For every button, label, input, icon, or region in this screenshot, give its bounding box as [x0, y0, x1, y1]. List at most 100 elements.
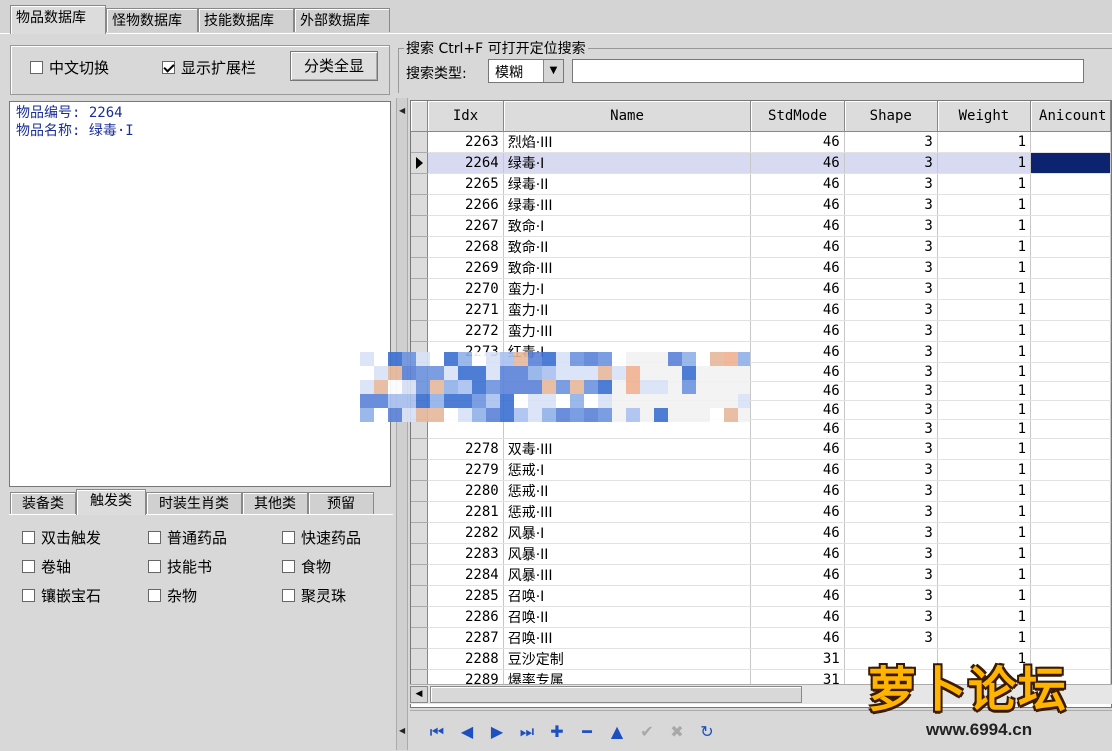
- post-record-icon[interactable]: ✔: [636, 722, 658, 742]
- cell-idx[interactable]: 2265: [427, 173, 504, 195]
- cell-anicount[interactable]: [1030, 501, 1111, 523]
- table-row[interactable]: 2269 致命·III 46 3 1: [411, 257, 1111, 279]
- cell-anicount[interactable]: [1030, 194, 1111, 216]
- cell-name[interactable]: 致命·II: [503, 236, 752, 258]
- cell-name[interactable]: 蛮力·III: [503, 320, 752, 342]
- cell-stdmode[interactable]: 46: [750, 215, 845, 237]
- column-header-anicount[interactable]: Anicount: [1030, 101, 1111, 132]
- row-indicator[interactable]: [411, 278, 429, 300]
- table-row[interactable]: 2283 风暴·II 46 3 1: [411, 543, 1111, 565]
- cell-idx[interactable]: 2281: [427, 501, 504, 523]
- cell-weight[interactable]: 1: [937, 480, 1032, 502]
- cell-name[interactable]: 绿毒·I: [503, 152, 752, 174]
- cell-name[interactable]: 召唤·I: [503, 585, 752, 607]
- cell-shape[interactable]: 3: [844, 419, 938, 439]
- cell-stdmode[interactable]: 46: [750, 501, 845, 523]
- row-indicator[interactable]: [411, 627, 429, 649]
- cell-anicount[interactable]: [1030, 362, 1111, 382]
- table-row[interactable]: 2287 召唤·III 46 3 1: [411, 627, 1111, 649]
- row-indicator[interactable]: [411, 152, 429, 174]
- checkbox-box[interactable]: [148, 589, 161, 602]
- quick-potion-checkbox[interactable]: 快速药品: [282, 527, 361, 548]
- cell-weight[interactable]: 1: [937, 522, 1032, 544]
- tab-monster-database[interactable]: 怪物数据库: [106, 8, 198, 32]
- table-row[interactable]: 2280 惩戒·II 46 3 1: [411, 480, 1111, 502]
- next-record-icon[interactable]: ▶: [486, 722, 508, 742]
- cell-shape[interactable]: 3: [844, 400, 938, 420]
- cell-shape[interactable]: 3: [844, 438, 938, 460]
- cell-weight[interactable]: 1: [937, 606, 1032, 628]
- checkbox-box[interactable]: [282, 560, 295, 573]
- double-click-trigger-checkbox[interactable]: 双击触发: [22, 527, 101, 548]
- show-all-categories-button[interactable]: 分类全显: [290, 51, 378, 81]
- table-row[interactable]: 2263 烈焰·III 46 3 1: [411, 131, 1111, 153]
- refresh-record-icon[interactable]: ↻: [696, 722, 718, 742]
- cell-name[interactable]: 惩戒·III: [503, 501, 752, 523]
- cell-name[interactable]: 风暴·II: [503, 543, 752, 565]
- checkbox-box[interactable]: [22, 531, 35, 544]
- cell-weight[interactable]: 1: [937, 341, 1032, 363]
- cell-idx[interactable]: 2280: [427, 480, 504, 502]
- cell-stdmode[interactable]: 46: [750, 459, 845, 481]
- cell-shape[interactable]: 3: [844, 152, 938, 174]
- cell-shape[interactable]: 3: [844, 627, 938, 649]
- cell-shape[interactable]: 3: [844, 480, 938, 502]
- cell-name[interactable]: 绿毒·III: [503, 194, 752, 216]
- cell-stdmode[interactable]: 46: [750, 257, 845, 279]
- cell-idx[interactable]: 2285: [427, 585, 504, 607]
- column-header-stdmode[interactable]: StdMode: [750, 101, 845, 132]
- table-row[interactable]: 2272 蛮力·III 46 3 1: [411, 320, 1111, 342]
- cell-weight[interactable]: 1: [937, 131, 1032, 153]
- cell-idx[interactable]: 2288: [427, 648, 504, 670]
- cell-weight[interactable]: 1: [937, 501, 1032, 523]
- cell-anicount[interactable]: [1030, 522, 1111, 544]
- cell-anicount[interactable]: [1030, 543, 1111, 565]
- table-row[interactable]: 2264 绿毒·I 46 3 1: [411, 152, 1111, 174]
- checkbox-box[interactable]: [282, 531, 295, 544]
- cell-anicount[interactable]: [1030, 320, 1111, 342]
- panel-splitter[interactable]: ◀ ◀: [396, 98, 408, 750]
- checkbox-box[interactable]: [22, 560, 35, 573]
- cell-idx[interactable]: [427, 419, 504, 439]
- cell-name[interactable]: 召唤·III: [503, 627, 752, 649]
- cell-name[interactable]: 致命·III: [503, 257, 752, 279]
- row-indicator[interactable]: [411, 299, 429, 321]
- cell-name[interactable]: 致命·I: [503, 215, 752, 237]
- cell-shape[interactable]: 3: [844, 341, 938, 363]
- cell-shape[interactable]: 3: [844, 131, 938, 153]
- table-row[interactable]: 2267 致命·I 46 3 1: [411, 215, 1111, 237]
- cell-stdmode[interactable]: 46: [750, 299, 845, 321]
- cell-stdmode[interactable]: 46: [750, 627, 845, 649]
- row-indicator[interactable]: [411, 419, 429, 439]
- row-indicator[interactable]: [411, 236, 429, 258]
- tab-skill-database[interactable]: 技能数据库: [198, 8, 294, 32]
- cell-stdmode[interactable]: 46: [750, 419, 845, 439]
- cell-weight[interactable]: 1: [937, 419, 1032, 439]
- cell-idx[interactable]: 2270: [427, 278, 504, 300]
- cell-anicount[interactable]: [1030, 438, 1111, 460]
- cell-shape[interactable]: 3: [844, 459, 938, 481]
- row-indicator[interactable]: [411, 459, 429, 481]
- cell-weight[interactable]: 1: [937, 173, 1032, 195]
- cell-stdmode[interactable]: 46: [750, 400, 845, 420]
- cell-idx[interactable]: 2268: [427, 236, 504, 258]
- cell-anicount[interactable]: [1030, 131, 1111, 153]
- cell-weight[interactable]: 1: [937, 194, 1032, 216]
- table-row[interactable]: 2266 绿毒·III 46 3 1: [411, 194, 1111, 216]
- row-indicator[interactable]: [411, 173, 429, 195]
- cell-stdmode[interactable]: 46: [750, 320, 845, 342]
- cell-weight[interactable]: 1: [937, 400, 1032, 420]
- checkbox-box[interactable]: [30, 61, 43, 74]
- cancel-record-icon[interactable]: ✖: [666, 722, 688, 742]
- cell-anicount[interactable]: [1030, 278, 1111, 300]
- row-indicator[interactable]: [411, 648, 429, 670]
- table-row[interactable]: 2279 惩戒·I 46 3 1: [411, 459, 1111, 481]
- chevron-down-icon[interactable]: ▼: [543, 60, 563, 82]
- cell-weight[interactable]: 1: [937, 627, 1032, 649]
- cell-shape[interactable]: 3: [844, 236, 938, 258]
- cell-name[interactable]: 召唤·II: [503, 606, 752, 628]
- cell-stdmode[interactable]: 46: [750, 585, 845, 607]
- cell-weight[interactable]: 1: [937, 215, 1032, 237]
- cell-stdmode[interactable]: 31: [750, 648, 845, 670]
- cell-name[interactable]: 蛮力·I: [503, 278, 752, 300]
